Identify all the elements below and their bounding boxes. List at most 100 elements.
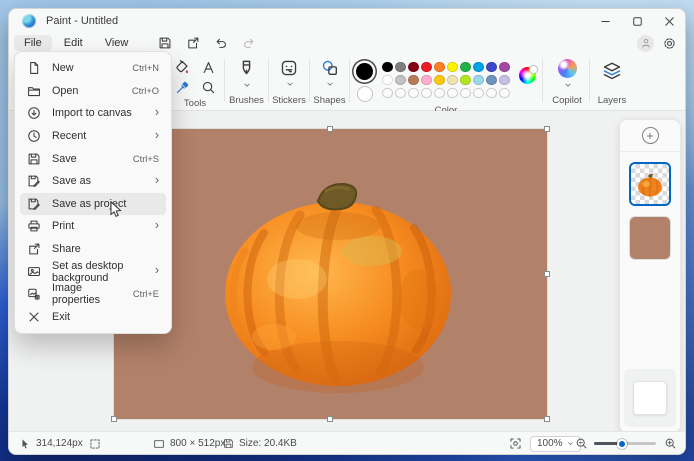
color-swatch[interactable] <box>421 62 431 72</box>
color-swatch[interactable] <box>408 62 418 72</box>
maximize-button[interactable] <box>621 9 653 33</box>
file-menu-item-set-as-desktop-background[interactable]: Set as desktop background › <box>20 260 166 283</box>
magnifier-tool-icon[interactable] <box>201 80 216 95</box>
quick-save-button[interactable] <box>152 35 178 52</box>
color-swatch[interactable] <box>486 62 496 72</box>
copilot-section[interactable]: Copilot <box>547 55 587 109</box>
empty-color-slot[interactable] <box>395 88 405 98</box>
close-button[interactable] <box>653 9 685 33</box>
file-menu-item-exit[interactable]: Exit <box>20 306 166 329</box>
eyedropper-tool-icon[interactable] <box>175 80 190 95</box>
canvas-resize-handle[interactable] <box>544 126 550 132</box>
pumpkin-painting <box>114 129 547 419</box>
paint-window: Paint - Untitled File Edit View <box>8 8 686 455</box>
save-icon <box>27 152 41 166</box>
fit-to-screen-button[interactable] <box>509 432 522 455</box>
file-menu-item-save-as[interactable]: Save as › <box>20 170 166 193</box>
zoom-slider[interactable] <box>594 432 656 455</box>
layers-section[interactable]: Layers <box>590 55 634 109</box>
color-swatch[interactable] <box>473 62 483 72</box>
canvas-background-thumbnail[interactable] <box>633 381 667 415</box>
file-menu-item-save[interactable]: Save Ctrl+S <box>20 147 166 170</box>
text-tool-icon[interactable] <box>201 60 216 75</box>
canvas-resize-handle[interactable] <box>327 126 333 132</box>
empty-color-slot[interactable] <box>434 88 444 98</box>
view-menu-button[interactable]: View <box>95 35 139 51</box>
file-menu-item-open[interactable]: Open Ctrl+O <box>20 80 166 103</box>
empty-color-slot[interactable] <box>473 88 483 98</box>
minimize-button[interactable] <box>589 9 621 33</box>
color-swatch[interactable] <box>447 62 457 72</box>
empty-color-slot[interactable] <box>408 88 418 98</box>
toolbar-divider <box>542 59 543 102</box>
add-layer-button[interactable] <box>642 127 659 144</box>
empty-color-slot[interactable] <box>460 88 470 98</box>
file-menu-item-image-properties[interactable]: Image properties Ctrl+E <box>20 283 166 306</box>
stickers-section[interactable]: Stickers <box>269 55 309 109</box>
zoom-in-button[interactable] <box>664 432 677 455</box>
account-icon[interactable] <box>637 35 654 52</box>
file-menu-item-save-as-project[interactable]: Save as project <box>20 193 166 216</box>
file-menu-item-import-to-canvas[interactable]: Import to canvas › <box>20 102 166 125</box>
color-swatch[interactable] <box>382 75 392 85</box>
edit-menu-button[interactable]: Edit <box>54 35 93 51</box>
zoom-out-button[interactable] <box>575 432 588 455</box>
edit-color-wheel-icon[interactable] <box>519 67 536 84</box>
shortcut-label: Ctrl+N <box>132 63 159 73</box>
quick-share-button[interactable] <box>180 35 206 52</box>
color-swatch[interactable] <box>408 75 418 85</box>
file-menu-item-recent[interactable]: Recent › <box>20 125 166 148</box>
zoom-slider-thumb[interactable] <box>617 439 627 449</box>
canvas-resize-handle[interactable] <box>111 416 117 422</box>
fill-tool-icon[interactable] <box>174 59 190 75</box>
color-swatch[interactable] <box>434 62 444 72</box>
paint-app-icon <box>22 14 36 28</box>
file-menu-item-print[interactable]: Print › <box>20 215 166 238</box>
selected-foreground-color[interactable] <box>356 63 373 80</box>
color-swatch[interactable] <box>460 62 470 72</box>
layers-icon <box>602 59 622 81</box>
empty-color-slot[interactable] <box>421 88 431 98</box>
selected-background-color[interactable] <box>357 86 373 102</box>
shapes-icon <box>321 59 339 77</box>
canvas-resize-handle[interactable] <box>544 416 550 422</box>
file-menu-item-share[interactable]: Share <box>20 238 166 261</box>
empty-color-slot[interactable] <box>499 88 509 98</box>
canvas-resize-handle[interactable] <box>327 416 333 422</box>
color-swatch[interactable] <box>499 62 509 72</box>
shapes-label: Shapes <box>313 95 345 109</box>
file-menu-item-new[interactable]: New Ctrl+N <box>20 57 166 80</box>
color-swatch[interactable] <box>421 75 431 85</box>
layers-panel-header <box>620 120 680 152</box>
empty-color-slot[interactable] <box>447 88 457 98</box>
file-menu-button[interactable]: File <box>14 35 52 51</box>
empty-color-slot[interactable] <box>382 88 392 98</box>
drawing-canvas[interactable] <box>114 129 547 419</box>
settings-gear-icon[interactable] <box>662 36 677 51</box>
undo-button[interactable] <box>208 35 234 52</box>
shapes-section[interactable]: Shapes <box>310 55 349 109</box>
cursor-icon <box>19 438 31 450</box>
color-swatch[interactable] <box>447 75 457 85</box>
zoom-level-dropdown[interactable]: 100% <box>530 432 581 455</box>
layer-thumbnail-background[interactable] <box>629 216 671 260</box>
color-swatch[interactable] <box>460 75 470 85</box>
color-swatch[interactable] <box>382 62 392 72</box>
copilot-icon <box>558 59 577 78</box>
redo-button[interactable] <box>236 35 262 52</box>
save-as-icon <box>27 174 41 188</box>
cursor-position-indicator: 314,124px <box>19 432 83 455</box>
color-swatch[interactable] <box>499 75 509 85</box>
color-swatch[interactable] <box>473 75 483 85</box>
sticker-icon <box>280 59 298 77</box>
shortcut-label: Ctrl+O <box>132 86 159 96</box>
canvas-resize-handle[interactable] <box>544 271 550 277</box>
layer-thumbnail-pumpkin[interactable] <box>629 162 671 206</box>
color-swatch[interactable] <box>395 75 405 85</box>
empty-color-slot[interactable] <box>486 88 496 98</box>
color-swatch[interactable] <box>434 75 444 85</box>
color-swatch[interactable] <box>395 62 405 72</box>
color-swatch[interactable] <box>486 75 496 85</box>
brushes-section[interactable]: Brushes <box>225 55 268 109</box>
canvas-size-icon <box>153 438 165 450</box>
